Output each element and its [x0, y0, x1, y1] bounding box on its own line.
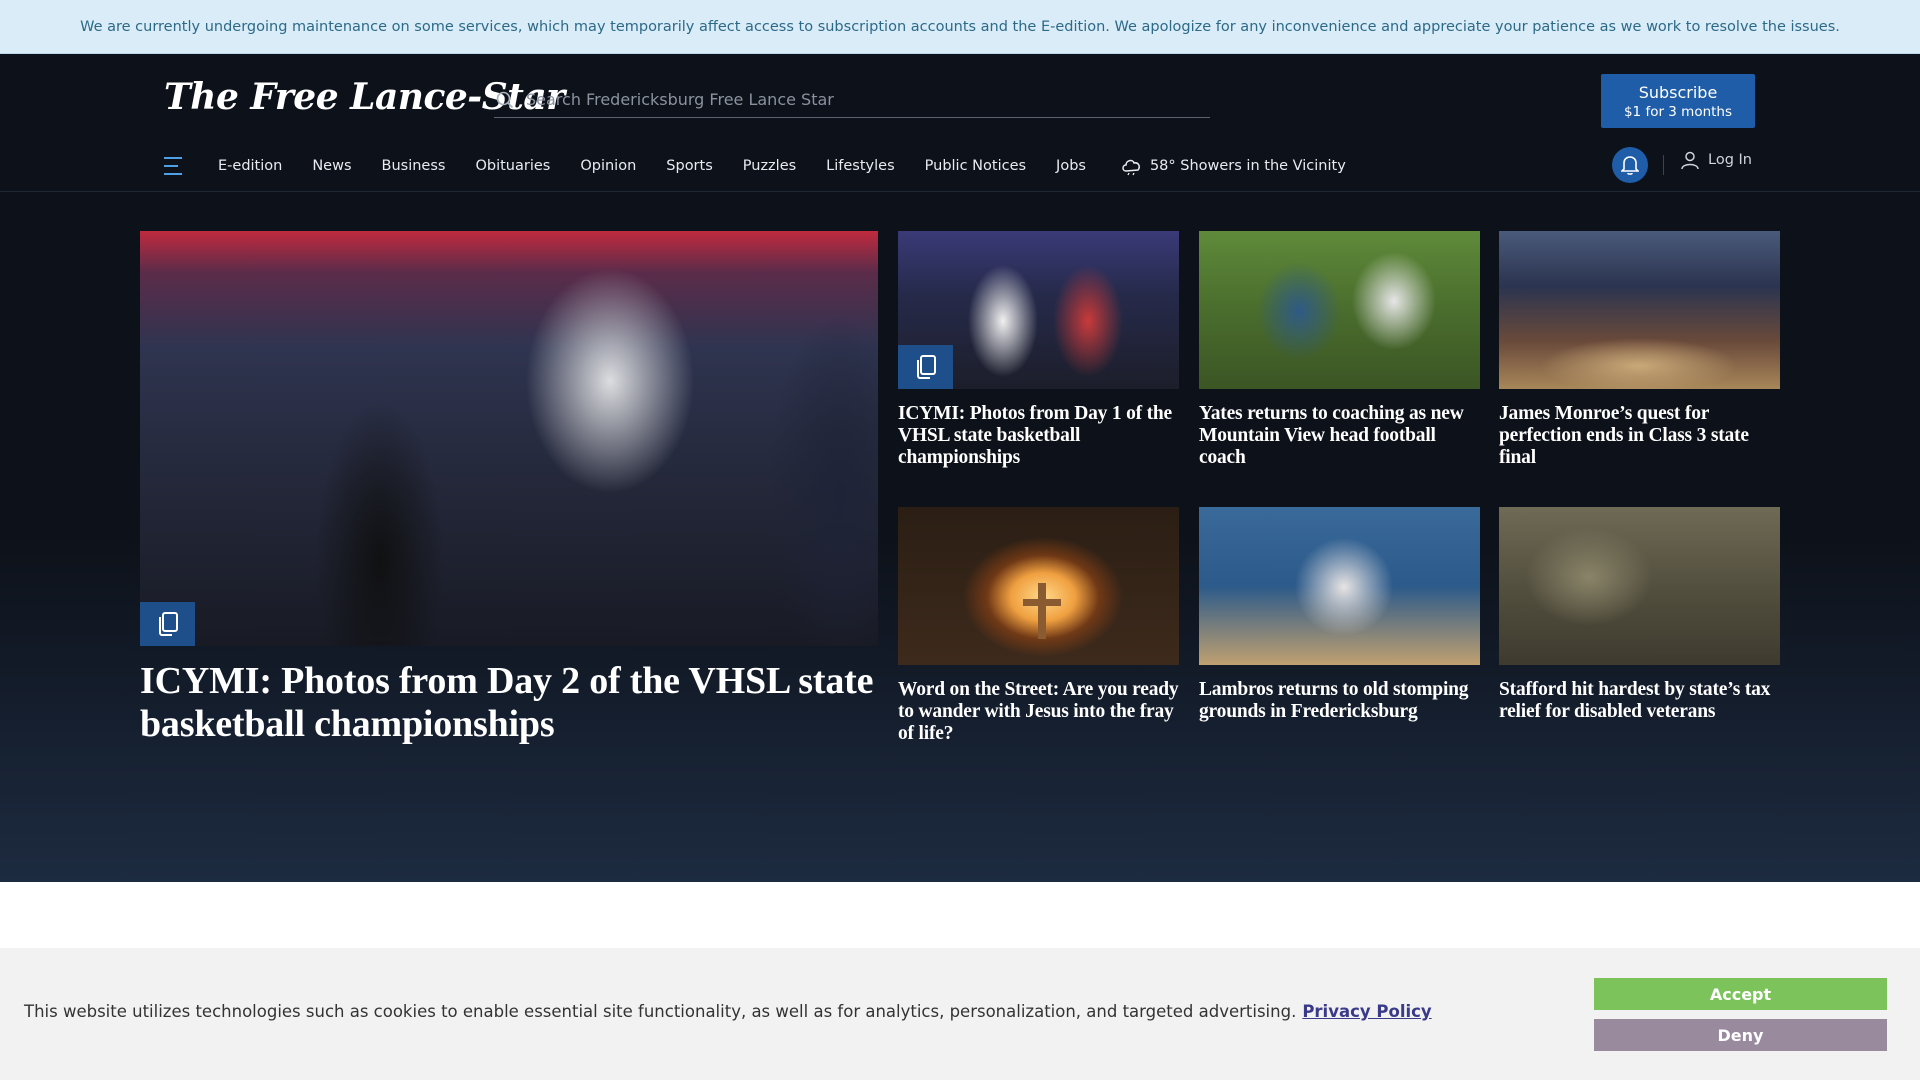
story-image[interactable] [898, 231, 1179, 389]
story-image[interactable] [1499, 507, 1780, 665]
nav-item-sports[interactable]: Sports [666, 158, 712, 174]
story-image[interactable] [898, 507, 1179, 665]
bell-icon [1621, 156, 1639, 175]
nav-item-business[interactable]: Business [382, 158, 446, 174]
gallery-badge [898, 345, 953, 389]
white-spacer [0, 882, 1920, 948]
nav-item-obituaries[interactable]: Obituaries [475, 158, 550, 174]
story-headline[interactable]: Lambros returns to old stomping grounds … [1199, 679, 1480, 723]
maintenance-alert-banner: We are currently undergoing maintenance … [0, 0, 1920, 54]
story-image[interactable] [1499, 231, 1780, 389]
story-card[interactable]: James Monroe’s quest for perfection ends… [1499, 231, 1780, 468]
nav-item-jobs[interactable]: Jobs [1056, 158, 1086, 174]
main-story-image[interactable] [140, 231, 878, 646]
search-icon [496, 91, 514, 108]
cookie-text-wrapper: This website utilizes technologies such … [24, 1002, 1432, 1021]
alert-text: We are currently undergoing maintenance … [80, 18, 1840, 35]
login-button[interactable]: Log In [1680, 150, 1752, 170]
story-card[interactable]: ICYMI: Photos from Day 1 of the VHSL sta… [898, 231, 1179, 468]
site-header: The Free Lance-Star Subscribe $1 for 3 m… [0, 54, 1920, 192]
cloud-rain-icon [1122, 159, 1140, 176]
main-story-headline[interactable]: ICYMI: Photos from Day 2 of the VHSL sta… [140, 660, 878, 745]
login-label: Log In [1708, 152, 1752, 168]
cookie-consent-banner: This website utilizes technologies such … [0, 948, 1920, 1080]
main-story-card[interactable]: ICYMI: Photos from Day 2 of the VHSL sta… [140, 231, 878, 745]
notifications-button[interactable] [1612, 147, 1648, 183]
gallery-icon [158, 612, 178, 636]
gallery-badge [140, 602, 195, 646]
story-image[interactable] [1199, 231, 1480, 389]
cross-shape [1023, 599, 1061, 606]
search-bar [494, 82, 1210, 118]
subscribe-button[interactable]: Subscribe $1 for 3 months [1601, 74, 1755, 128]
nav-item-news[interactable]: News [312, 158, 351, 174]
story-card[interactable]: Stafford hit hardest by state’s tax reli… [1499, 507, 1780, 723]
main-nav: E-edition News Business Obituaries Opini… [164, 148, 1346, 184]
nav-item-public-notices[interactable]: Public Notices [925, 158, 1026, 174]
story-card[interactable]: Yates returns to coaching as new Mountai… [1199, 231, 1480, 468]
story-headline[interactable]: Yates returns to coaching as new Mountai… [1199, 403, 1480, 468]
gallery-icon [916, 355, 936, 379]
header-divider [1663, 155, 1664, 175]
subscribe-label: Subscribe [1638, 82, 1718, 102]
search-input[interactable] [526, 90, 1186, 109]
weather-text: 58° Showers in the Vicinity [1149, 158, 1346, 174]
nav-item-e-edition[interactable]: E-edition [218, 158, 282, 174]
privacy-policy-link[interactable]: Privacy Policy [1302, 1002, 1431, 1021]
story-headline[interactable]: Stafford hit hardest by state’s tax reli… [1499, 679, 1780, 723]
user-icon [1681, 151, 1699, 170]
nav-item-lifestyles[interactable]: Lifestyles [826, 158, 894, 174]
nav-item-puzzles[interactable]: Puzzles [743, 158, 796, 174]
subscribe-offer: $1 for 3 months [1623, 103, 1733, 120]
story-headline[interactable]: Word on the Street: Are you ready to wan… [898, 679, 1179, 744]
menu-icon[interactable] [164, 157, 186, 175]
story-headline[interactable]: ICYMI: Photos from Day 1 of the VHSL sta… [898, 403, 1179, 468]
story-image[interactable] [1199, 507, 1480, 665]
accept-button[interactable]: Accept [1594, 978, 1887, 1010]
nav-item-opinion[interactable]: Opinion [580, 158, 636, 174]
story-headline[interactable]: James Monroe’s quest for perfection ends… [1499, 403, 1780, 468]
weather-widget[interactable]: 58° Showers in the Vicinity [1120, 156, 1346, 176]
deny-button[interactable]: Deny [1594, 1019, 1887, 1051]
story-card[interactable]: Word on the Street: Are you ready to wan… [898, 507, 1179, 744]
story-card[interactable]: Lambros returns to old stomping grounds … [1199, 507, 1480, 723]
cross-shape [1038, 583, 1046, 639]
cookie-text: This website utilizes technologies such … [24, 1002, 1297, 1021]
